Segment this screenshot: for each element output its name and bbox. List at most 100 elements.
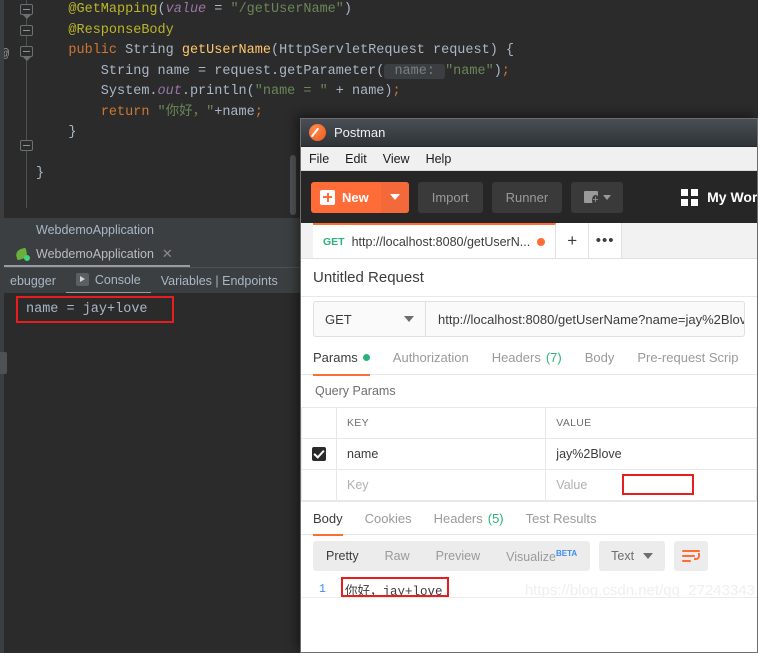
tab-headers-count: (7)	[545, 350, 562, 365]
chevron-down-icon	[404, 316, 414, 322]
tab-pre-request-script[interactable]: Pre-request Scrip	[637, 341, 738, 375]
fold-marker-4[interactable]	[20, 140, 33, 151]
workspace-switcher[interactable]: My Works	[681, 188, 757, 206]
wrap-lines-button[interactable]	[674, 541, 709, 571]
menu-edit[interactable]: Edit	[345, 152, 367, 166]
row-checkbox-cell[interactable]	[301, 469, 337, 501]
row-value[interactable]: jay%2Blove	[545, 438, 757, 470]
run-tab-webdemoapplication[interactable]: WebdemoApplication ✕	[12, 242, 181, 267]
postman-menubar: File Edit View Help	[301, 147, 757, 171]
header-value: VALUE	[545, 407, 757, 439]
row-key[interactable]: name	[335, 438, 547, 470]
tab-params[interactable]: Params	[313, 341, 370, 376]
run-tab-label: WebdemoApplication	[36, 246, 154, 261]
chevron-down-icon	[643, 553, 654, 559]
response-format-value: Text	[611, 549, 635, 563]
ide-left-strip	[0, 0, 4, 653]
view-mode-pretty[interactable]: Pretty	[313, 541, 372, 571]
request-tab-method: GET	[323, 235, 345, 248]
request-title[interactable]: Untitled Request	[301, 259, 757, 297]
menu-view[interactable]: View	[383, 152, 410, 166]
tab-response-headers-count: (5)	[487, 510, 504, 526]
http-method-value: GET	[325, 311, 352, 327]
tab-cookies[interactable]: Cookies	[365, 501, 412, 535]
tab-options-button[interactable]: •••	[589, 223, 623, 258]
tab-response-body-label: Body	[313, 510, 343, 526]
row-key-placeholder[interactable]: Key	[335, 469, 547, 501]
menu-file[interactable]: File	[309, 152, 329, 166]
tab-cookies-label: Cookies	[364, 510, 412, 526]
beta-badge: BETA	[555, 549, 578, 559]
code-line-3: public String getUserName(HttpServletReq…	[68, 43, 515, 58]
runner-button[interactable]: Runner	[491, 181, 563, 213]
http-method-select[interactable]: GET	[313, 301, 425, 337]
run-icon	[75, 273, 89, 286]
postman-toolbar: New Import Runner My Works	[301, 171, 757, 223]
screen-root: @ @GetMapping(value = "/getUserName") @R…	[0, 0, 758, 653]
wrap-icon	[694, 553, 701, 560]
fold-marker-1[interactable]	[20, 4, 33, 19]
tab-headers[interactable]: Headers (7)	[492, 341, 562, 375]
new-button[interactable]: New	[311, 181, 409, 213]
request-tab-url: http://localhost:8080/getUserN...	[351, 234, 531, 249]
editor-scrollbar[interactable]	[290, 155, 296, 215]
code-line-1: @GetMapping(value = "/getUserName")	[68, 2, 352, 17]
postman-titlebar[interactable]: Postman	[301, 119, 757, 147]
response-view-bar: Pretty Raw Preview VisualizeBETA Text	[301, 535, 757, 577]
menu-help[interactable]: Help	[426, 152, 452, 166]
tab-headers-label: Headers	[491, 350, 541, 365]
tab-response-body[interactable]: Body	[313, 501, 343, 536]
tab-variables-endpoints[interactable]: Variables | Endpoints	[151, 268, 288, 294]
response-body-area[interactable]: 1 你好，jay+love https://blog.csdn.net/qq_2…	[301, 577, 757, 625]
new-tab-button[interactable]: +	[556, 223, 590, 258]
header-checkbox-cell	[301, 407, 337, 439]
new-folder-button[interactable]	[571, 181, 624, 213]
table-row[interactable]: name jay%2Blove	[301, 438, 757, 470]
new-button-label: New	[342, 189, 369, 205]
spring-boot-icon	[14, 247, 30, 261]
url-row: GET http://localhost:8080/getUserName?na…	[301, 297, 757, 341]
import-button[interactable]: Import	[417, 181, 483, 213]
new-button-dropdown[interactable]	[380, 181, 409, 213]
tab-pre-request-script-label: Pre-request Scrip	[637, 350, 739, 365]
tab-console[interactable]: Console	[65, 268, 151, 294]
tab-body-label: Body	[584, 350, 615, 365]
tab-debugger[interactable]: ebugger	[0, 268, 66, 294]
tab-test-results[interactable]: Test Results	[526, 501, 597, 535]
tab-response-headers[interactable]: Headers (5)	[434, 501, 504, 535]
view-mode-visualize[interactable]: VisualizeBETA	[493, 539, 590, 572]
highlight-box-param-value	[622, 474, 694, 495]
url-input[interactable]: http://localhost:8080/getUserName?name=j…	[425, 301, 745, 337]
request-tab-bar: GET http://localhost:8080/getUserN... + …	[301, 223, 757, 259]
params-indicator-icon	[362, 354, 370, 361]
view-mode-visualize-label: Visualize	[506, 550, 556, 565]
tab-params-label: Params	[313, 350, 358, 365]
header-key: KEY	[335, 407, 547, 439]
request-tab-active[interactable]: GET http://localhost:8080/getUserN...	[313, 223, 557, 258]
close-icon[interactable]: ✕	[162, 246, 173, 262]
code-line-2: @ResponseBody	[68, 22, 174, 38]
fold-marker-2[interactable]	[20, 25, 33, 36]
postman-title: Postman	[334, 125, 386, 140]
chevron-down-icon	[602, 194, 611, 200]
tab-authorization[interactable]: Authorization	[393, 341, 469, 375]
response-line-number: 1	[319, 583, 326, 596]
response-view-modes: Pretty Raw Preview VisualizeBETA	[313, 539, 591, 572]
tab-body[interactable]: Body	[585, 341, 615, 375]
view-mode-raw[interactable]: Raw	[372, 541, 423, 571]
postman-body: GET http://localhost:8080/getUserN... + …	[301, 223, 757, 625]
response-format-select[interactable]: Text	[599, 541, 666, 571]
checkbox-checked-icon[interactable]	[312, 446, 326, 461]
postman-logo-icon	[309, 124, 326, 141]
tab-authorization-label: Authorization	[392, 350, 469, 365]
tab-variables-label: Variables | Endpoints	[160, 273, 278, 288]
ide-left-tool-handle[interactable]	[0, 352, 7, 374]
view-mode-preview[interactable]: Preview	[423, 541, 493, 571]
query-params-label: Query Params	[301, 375, 757, 407]
response-section-tabs: Body Cookies Headers (5) Test Results	[301, 501, 757, 536]
row-checkbox-cell[interactable]	[301, 438, 337, 470]
watermark: https://blog.csdn.net/qq_27243343	[524, 582, 755, 599]
fold-marker-3[interactable]	[20, 46, 33, 61]
unsaved-indicator-icon	[537, 237, 546, 246]
grid-icon	[681, 188, 699, 206]
